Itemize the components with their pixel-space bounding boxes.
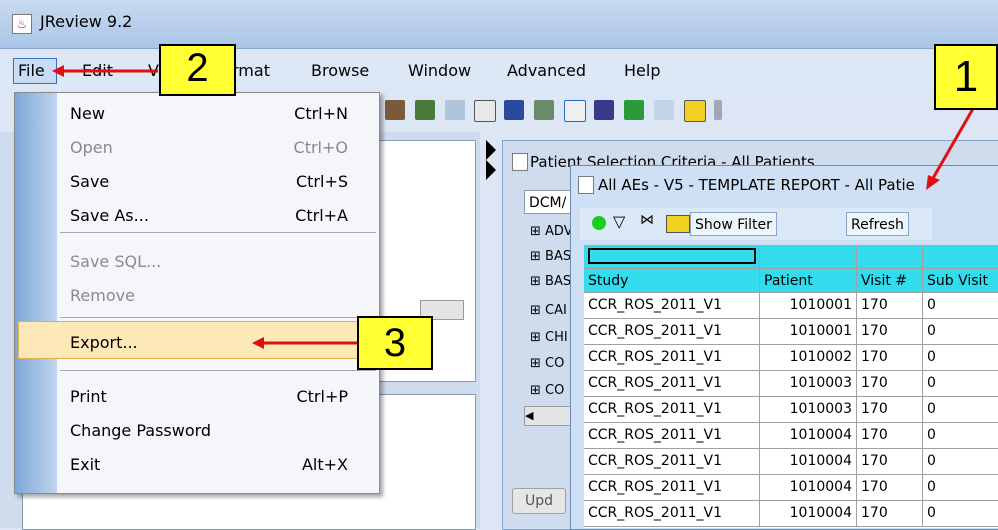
callout-2: 2 <box>159 44 236 96</box>
callout-1: 1 <box>934 44 998 110</box>
annotation-arrows <box>52 65 980 349</box>
arrowhead-1 <box>926 175 940 190</box>
arrowhead-2 <box>52 65 64 77</box>
arrow-1 <box>930 99 980 181</box>
callout-3: 3 <box>357 316 433 370</box>
arrowhead-3 <box>252 337 264 349</box>
